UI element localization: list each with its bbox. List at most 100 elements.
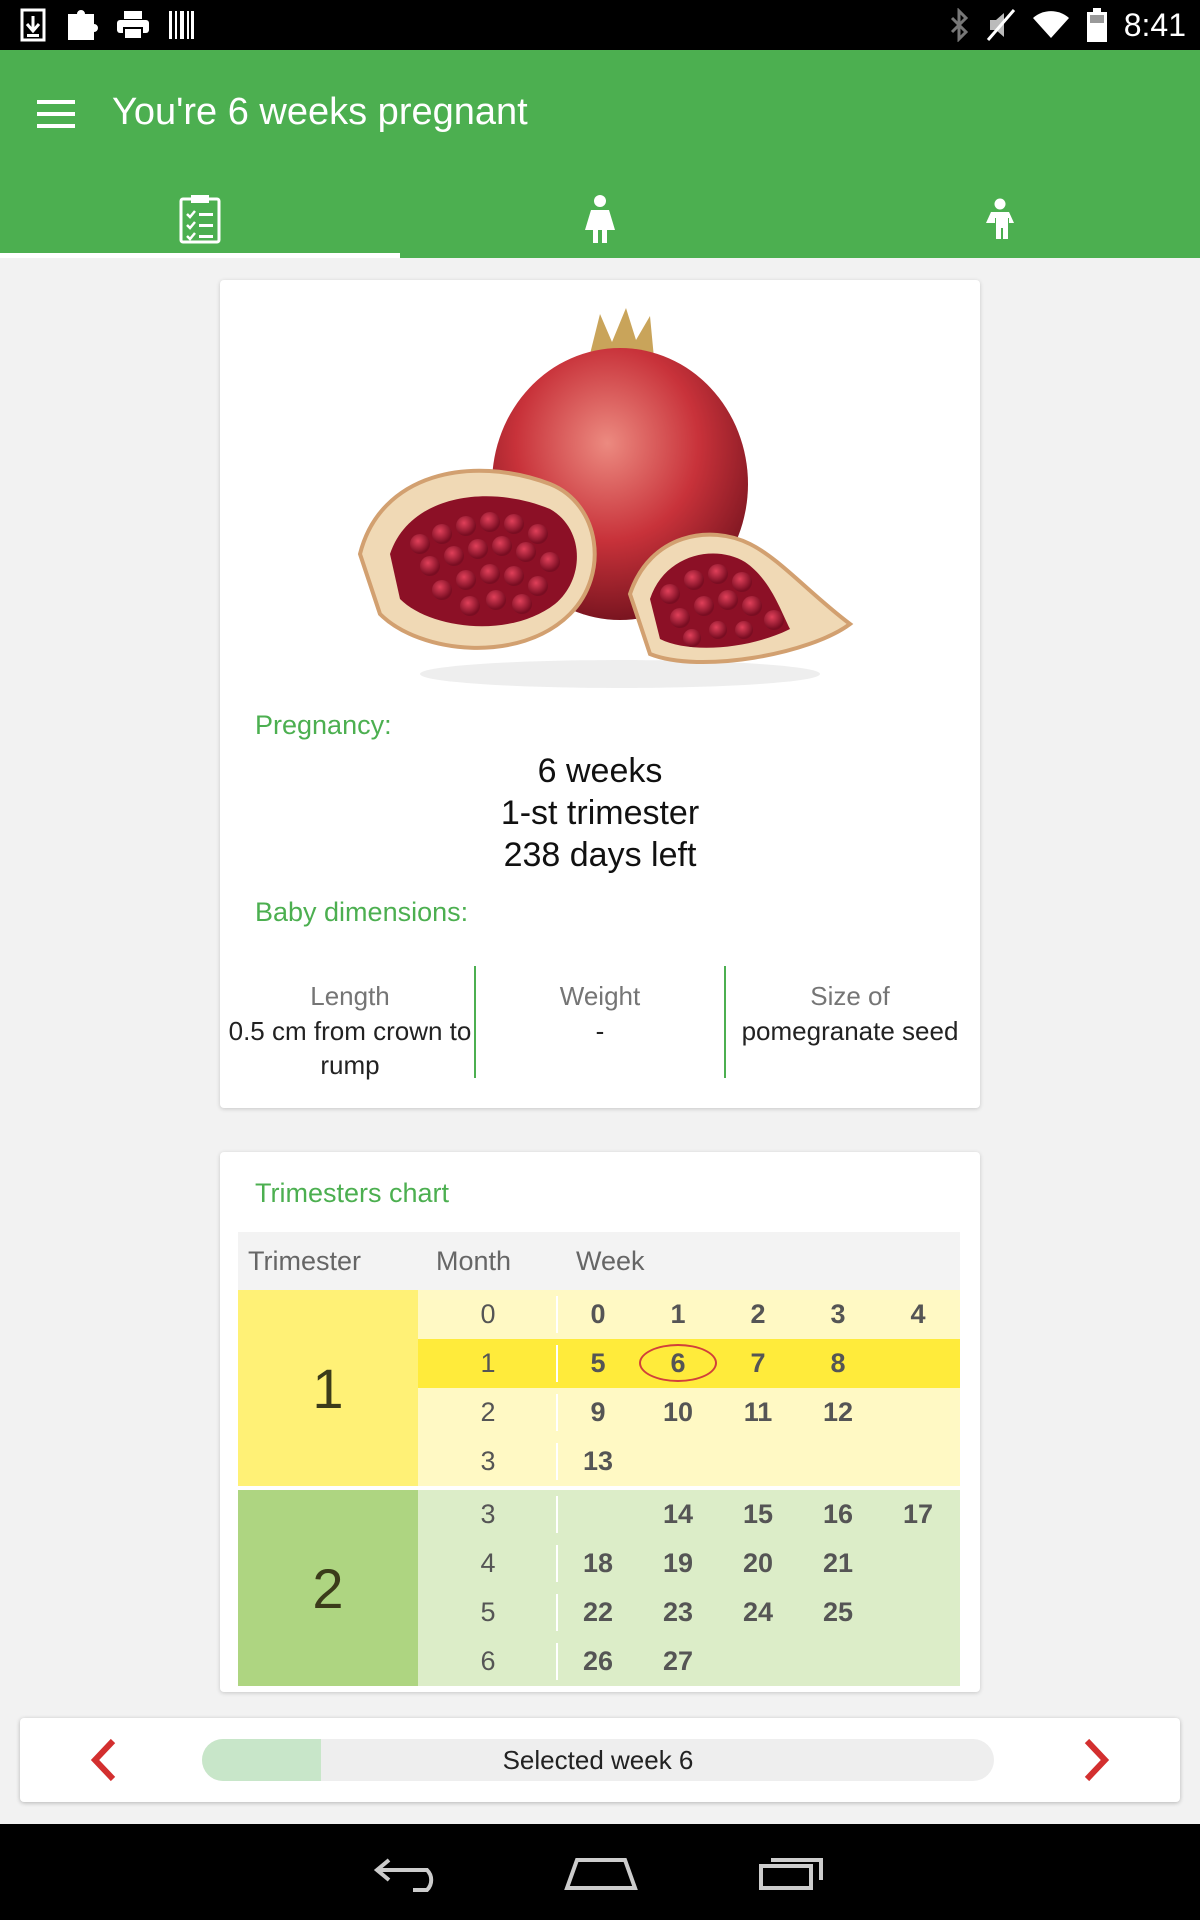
bluetooth-icon [950, 8, 968, 42]
dimension-length: Length 0.5 cm from crown to rump [226, 966, 474, 1080]
dimension-weight: Weight - [474, 966, 724, 1078]
pregnancy-summary: 6 weeks 1-st trimester 238 days left [220, 750, 980, 876]
week-cell[interactable]: 2 [718, 1290, 798, 1339]
header-month: Month [436, 1245, 512, 1276]
week-cell[interactable]: 13 [558, 1437, 638, 1486]
week-cell[interactable]: 20 [718, 1539, 798, 1588]
table-row: 4 18 19 20 21 [418, 1539, 960, 1588]
week-cell[interactable]: 7 [718, 1339, 798, 1388]
month-cell: 5 [418, 1588, 558, 1637]
dimension-value: - [595, 1016, 605, 1046]
system-nav-bar [0, 1824, 1200, 1920]
month-cell: 4 [418, 1539, 558, 1588]
trimester-text: 1-st trimester [500, 794, 700, 832]
table-row: 5 22 23 24 25 [418, 1588, 960, 1637]
download-icon [20, 8, 46, 42]
week-cell[interactable]: 0 [558, 1290, 638, 1339]
table-row: 3 13 [418, 1437, 960, 1486]
dimension-value: 0.5 cm from crown to rump [228, 1016, 472, 1080]
week-cell[interactable]: 22 [558, 1588, 638, 1637]
trimester-rows: 3 14 15 16 17 4 18 19 20 21 5 22 23 24 25 6 26 27 [418, 1490, 960, 1686]
week-cell[interactable]: 11 [718, 1388, 798, 1437]
week-cell[interactable]: 12 [798, 1388, 878, 1437]
back-icon[interactable] [373, 1852, 445, 1892]
week-cell[interactable]: 25 [798, 1588, 878, 1637]
trimester-block: 2 3 14 15 16 17 4 18 19 20 21 5 22 23 24 25 6 26 27 [238, 1490, 960, 1686]
dimension-head: Size of [810, 981, 890, 1011]
battery-icon [1086, 8, 1107, 42]
trimester-block: 1 0 0 1 2 3 4 1 5 6 7 8 2 9 10 11 12 3 13 [238, 1290, 960, 1486]
week-cell[interactable]: 14 [638, 1490, 718, 1539]
week-cell[interactable]: 10 [638, 1388, 718, 1437]
menu-icon [37, 100, 75, 128]
week-cell[interactable]: 24 [718, 1588, 798, 1637]
next-week-button[interactable] [1066, 1730, 1126, 1790]
week-cell[interactable]: 9 [558, 1388, 638, 1437]
dimension-size: Size of pomegranate seed [724, 966, 974, 1078]
header-trimester: Trimester [248, 1245, 361, 1276]
week-cell[interactable]: 1 [638, 1290, 718, 1339]
print-icon [117, 11, 149, 40]
selected-week-marker: 6 [639, 1344, 717, 1382]
tab-bar [0, 180, 1200, 258]
baby-dimensions: Length 0.5 cm from crown to rump Weight … [226, 966, 974, 1080]
dimension-value: pomegranate seed [741, 1016, 959, 1046]
week-selector: Selected week 6 [20, 1718, 1180, 1802]
home-icon[interactable] [563, 1852, 639, 1892]
chevron-right-icon [1084, 1738, 1110, 1782]
child-icon [986, 198, 1014, 239]
status-bar: 8:41 [0, 0, 1200, 50]
page-title: You're 6 weeks pregnant [112, 91, 528, 133]
wifi-icon [1032, 11, 1069, 38]
week-cell[interactable]: 26 [558, 1637, 638, 1686]
dimension-head: Length [310, 981, 390, 1011]
table-row: 15678 [418, 1339, 960, 1388]
week-cell[interactable]: 21 [798, 1539, 878, 1588]
week-cell[interactable]: 3 [798, 1290, 878, 1339]
week-cell[interactable]: 15 [718, 1490, 798, 1539]
month-cell: 6 [418, 1637, 558, 1686]
trimester-blocks: 1 0 0 1 2 3 4 1 5 6 7 8 2 9 10 11 12 3 13 2 3 14 15 16 17 4 18 19 20… [238, 1290, 960, 1686]
baby-dimensions-label: Baby dimensions: [255, 897, 469, 927]
table-row: 6 26 27 [418, 1637, 960, 1686]
month-cell: 0 [418, 1290, 558, 1339]
tab-mother[interactable] [400, 180, 800, 258]
table-header: Trimester Month Week [238, 1232, 960, 1290]
week-cell[interactable]: 23 [638, 1588, 718, 1637]
tab-baby[interactable] [800, 180, 1200, 258]
dimension-head: Weight [559, 981, 641, 1011]
week-cell[interactable]: 6 [638, 1339, 718, 1388]
chevron-left-icon [90, 1738, 116, 1782]
month-cell: 2 [418, 1388, 558, 1437]
trimester-number: 2 [238, 1490, 418, 1686]
week-cell[interactable]: 17 [878, 1490, 958, 1539]
checklist-icon [179, 195, 221, 244]
week-cell[interactable]: 16 [798, 1490, 878, 1539]
app-bar: You're 6 weeks pregnant [0, 50, 1200, 258]
trimester-rows: 0 0 1 2 3 4 1 5 6 7 8 2 9 10 11 12 3 13 [418, 1290, 960, 1486]
pregnant-woman-icon [585, 195, 615, 243]
trimesters-table: Trimester Month Week 1 0 0 1 2 3 4 1 5 6 7 8 2 9 10 11 1… [238, 1232, 960, 1690]
trimesters-chart-card: Trimesters chart Trimester Month Week 10… [220, 1152, 980, 1692]
week-cell[interactable]: 4 [878, 1290, 958, 1339]
puzzle-icon [68, 10, 98, 40]
weeks-text: 6 weeks [537, 752, 663, 790]
week-cell[interactable]: 5 [558, 1339, 638, 1388]
header-week: Week [576, 1245, 645, 1276]
table-row: 3 14 15 16 17 [418, 1490, 960, 1539]
prev-week-button[interactable] [74, 1730, 134, 1790]
table-row: 2 9 10 11 12 [418, 1388, 960, 1437]
week-cell[interactable]: 18 [558, 1539, 638, 1588]
trimesters-chart-title: Trimesters chart [255, 1178, 450, 1208]
menu-button[interactable] [22, 80, 90, 148]
tab-checklist[interactable] [0, 180, 400, 258]
recents-icon[interactable] [757, 1852, 827, 1892]
week-progress[interactable]: Selected week 6 [202, 1739, 994, 1781]
week-cell[interactable]: 8 [798, 1339, 878, 1388]
days-left-text: 238 days left [503, 836, 697, 874]
pregnancy-label: Pregnancy: [255, 710, 392, 740]
status-time: 8:41 [1123, 7, 1186, 43]
week-cell[interactable]: 19 [638, 1539, 718, 1588]
week-cell[interactable]: 27 [638, 1637, 718, 1686]
week-info-card: Pregnancy: 6 weeks 1-st trimester 238 da… [220, 280, 980, 1108]
